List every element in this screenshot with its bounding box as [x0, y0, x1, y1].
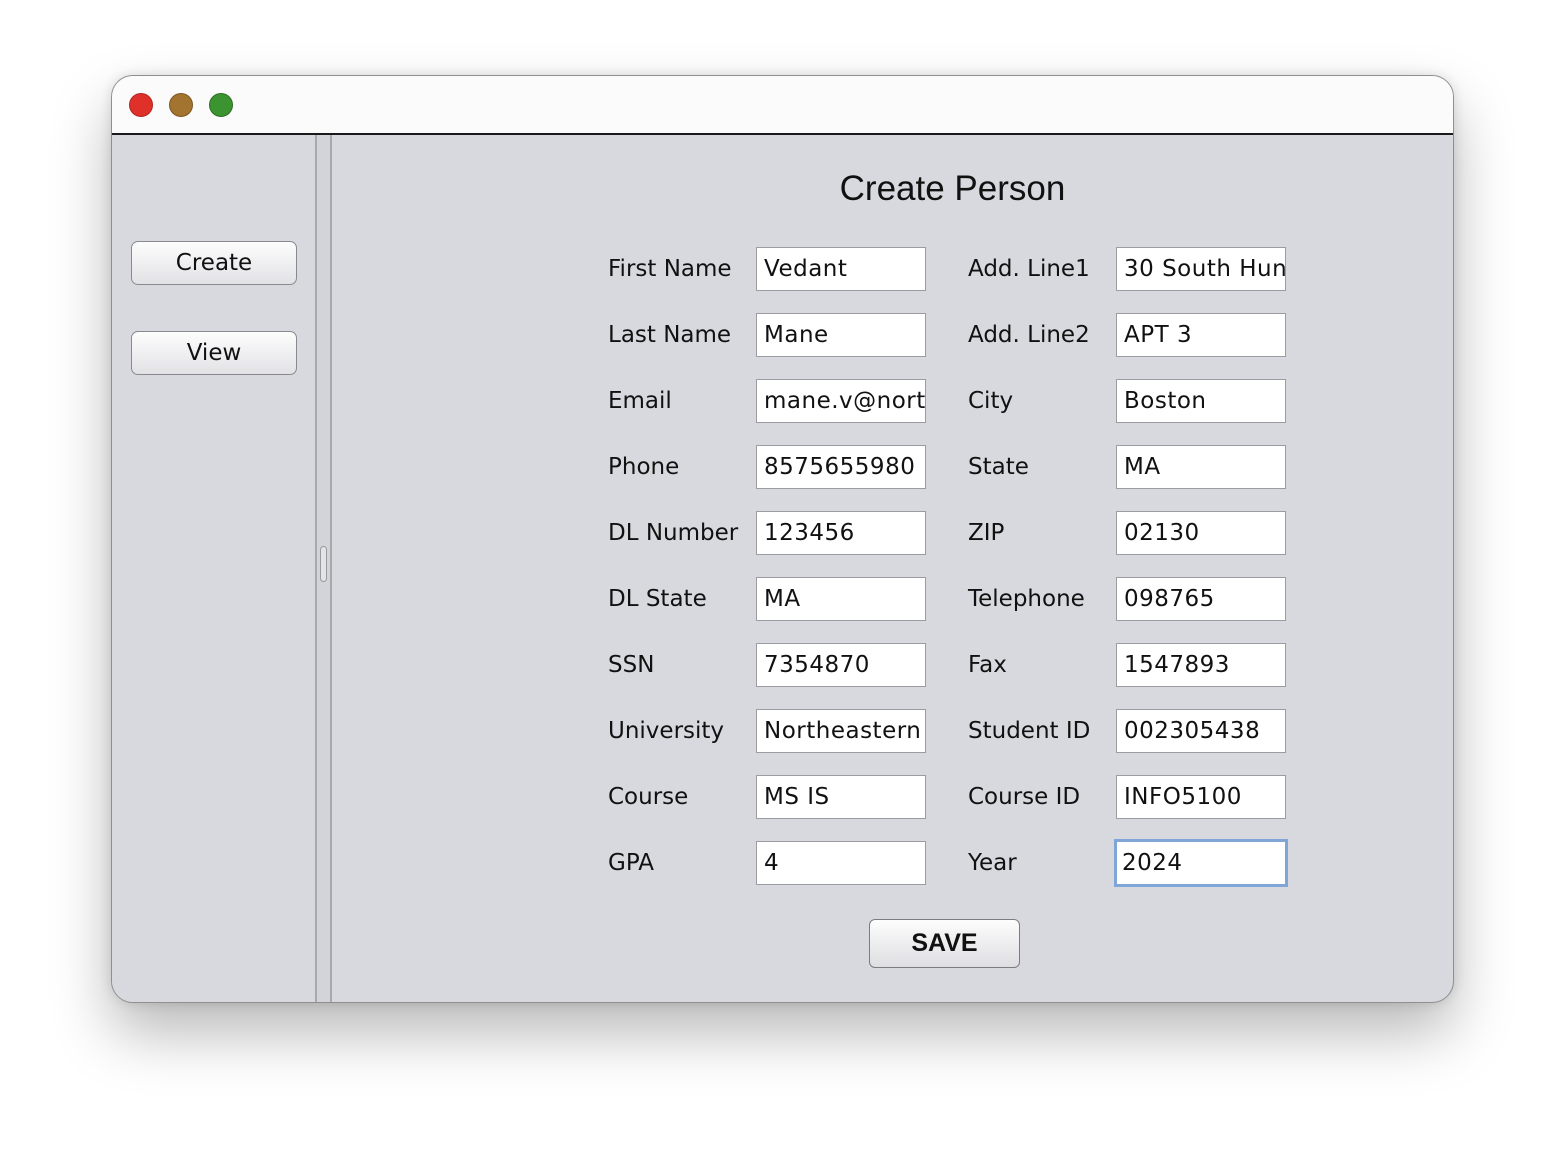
year-field[interactable] [1114, 839, 1288, 887]
course-field[interactable] [756, 775, 926, 819]
dl-state-label: DL State [608, 586, 707, 612]
last-name-field[interactable] [756, 313, 926, 357]
email-label: Email [608, 388, 672, 414]
email-field[interactable] [756, 379, 926, 423]
phone-field[interactable] [756, 445, 926, 489]
dl-state-field[interactable] [756, 577, 926, 621]
first-name-label: First Name [608, 256, 732, 282]
fax-label: Fax [968, 652, 1007, 678]
phone-label: Phone [608, 454, 680, 480]
year-label: Year [968, 850, 1017, 876]
last-name-label: Last Name [608, 322, 732, 348]
divider-grip-handle[interactable] [320, 546, 327, 582]
dl-number-label: DL Number [608, 520, 739, 546]
zip-field[interactable] [1116, 511, 1286, 555]
ssn-field[interactable] [756, 643, 926, 687]
gpa-field[interactable] [756, 841, 926, 885]
close-window-button[interactable] [129, 93, 153, 117]
telephone-field[interactable] [1116, 577, 1286, 621]
city-field[interactable] [1116, 379, 1286, 423]
title-bar [112, 76, 1453, 135]
minimize-window-button[interactable] [169, 93, 193, 117]
state-label: State [968, 454, 1029, 480]
page-title: Create Person [839, 169, 1066, 208]
first-name-field[interactable] [756, 247, 926, 291]
course-id-field[interactable] [1116, 775, 1286, 819]
university-field[interactable] [756, 709, 926, 753]
split-pane-divider[interactable] [315, 135, 332, 1002]
fax-field[interactable] [1116, 643, 1286, 687]
address-line1-label: Add. Line1 [968, 256, 1090, 282]
course-label: Course [608, 784, 689, 810]
ssn-label: SSN [608, 652, 655, 678]
address-line1-field[interactable] [1116, 247, 1286, 291]
save-button[interactable]: SAVE [869, 919, 1020, 968]
zoom-window-button[interactable] [209, 93, 233, 117]
student-id-field[interactable] [1116, 709, 1286, 753]
state-field[interactable] [1116, 445, 1286, 489]
address-line2-label: Add. Line2 [968, 322, 1090, 348]
student-id-label: Student ID [968, 718, 1091, 744]
app-window: Create View Create Person First Name Las… [111, 75, 1454, 1003]
create-person-panel: Create Person First Name Last Name Email… [332, 135, 1453, 1002]
dl-number-field[interactable] [756, 511, 926, 555]
create-button[interactable]: Create [131, 241, 297, 285]
telephone-label: Telephone [968, 586, 1085, 612]
course-id-label: Course ID [968, 784, 1081, 810]
university-label: University [608, 718, 725, 744]
gpa-label: GPA [608, 850, 654, 876]
sidebar: Create View [112, 135, 315, 1002]
view-button[interactable]: View [131, 331, 297, 375]
address-line2-field[interactable] [1116, 313, 1286, 357]
zip-label: ZIP [968, 520, 1005, 546]
city-label: City [968, 388, 1014, 414]
